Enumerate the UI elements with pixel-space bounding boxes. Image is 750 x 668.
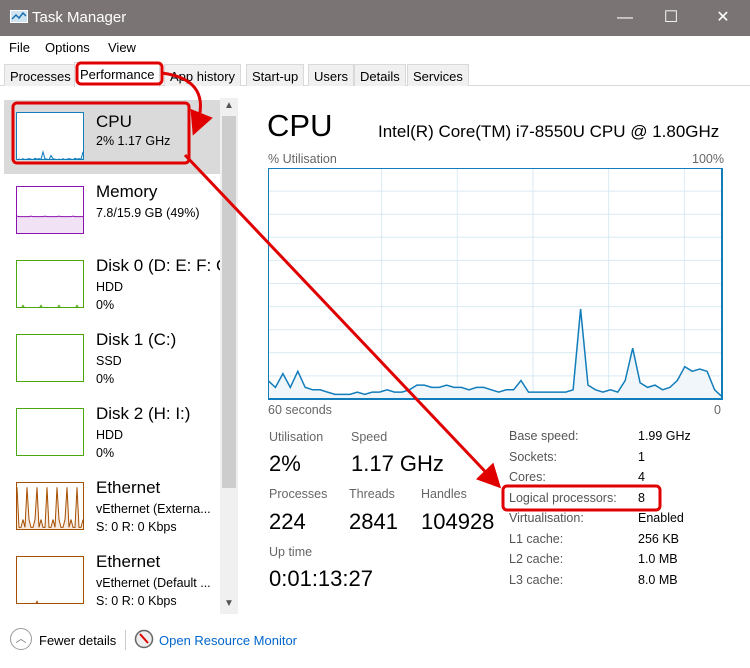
processes-label: Processes [269,487,328,501]
close-button[interactable]: ✕ [700,0,746,36]
detail-label: Cores: [509,470,546,484]
tab-processes[interactable]: Processes [4,64,77,86]
uptime-label: Up time [269,545,313,559]
item-detail: vEthernet (Externa... [96,502,211,516]
detail-value: 8 [638,490,645,505]
chevron-up-icon[interactable]: ︿ [10,628,32,650]
resource-list: CPU 2% 1.17 GHz Memory 7.8/15.9 GB (49%)… [4,96,220,616]
threads-value: 2841 [349,509,398,534]
maximize-button[interactable]: ☐ [648,0,694,36]
detail-value: 1.0 MB [638,552,678,566]
resource-monitor-icon [134,629,154,649]
menu-view[interactable]: View [108,40,136,55]
sidebar-item-memory[interactable]: Memory 7.8/15.9 GB (49%) [4,174,220,248]
tab-app-history[interactable]: App history [164,64,242,86]
item-name: Ethernet [96,552,161,571]
thumbnail-graph [16,334,84,382]
speed-value: 1.17 GHz [351,451,444,476]
handles-label: Handles [421,487,467,501]
item-detail: HDD [96,280,124,294]
uptime-value: 0:01:13:27 [269,566,373,591]
detail-label: L1 cache: [509,531,564,546]
item-name: Memory [96,182,158,201]
item-name: Ethernet [96,478,161,497]
tab-performance[interactable]: Performance [74,62,161,87]
detail-label: Base speed: [509,429,579,443]
tab-details[interactable]: Details [354,64,406,86]
item-detail: 7.8/15.9 GB (49%) [96,206,200,220]
detail-label: L3 cache: [509,572,564,587]
footer: ︿ Fewer details Open Resource Monitor [0,624,750,658]
page-title: CPU [267,108,333,143]
item-value: S: 0 R: 0 Kbps [96,594,177,608]
item-name: Disk 1 (C:) [96,330,177,349]
sidebar-item-ethernet[interactable]: Ethernet vEthernet (Externa... S: 0 R: 0… [4,470,220,544]
item-detail: 2% 1.17 GHz [96,134,171,148]
thumbnail-graph [16,186,84,234]
graph-time-label: 60 seconds [268,403,332,417]
menu-options[interactable]: Options [45,40,90,55]
item-detail: vEthernet (Default ... [96,576,211,590]
graph-max-label: 100% [692,152,724,166]
sidebar-item-disk-0[interactable]: Disk 0 (D: E: F: G HDD 0% [4,248,220,322]
thumbnail-graph [16,408,84,456]
thumbnail-graph [16,482,84,530]
thumbnail-graph [16,556,84,604]
graph-label: % Utilisation [268,152,337,166]
sidebar-item-ethernet[interactable]: Ethernet vEthernet (Default ... S: 0 R: … [4,544,220,616]
item-name: Disk 0 (D: E: F: G [96,256,220,275]
detail-label: Logical processors: [509,490,617,505]
item-value: 0% [96,446,115,460]
open-resource-monitor-link[interactable]: Open Resource Monitor [159,633,297,648]
thumbnail-graph [16,260,84,308]
window-title: Task Manager [32,9,127,26]
menu-file[interactable]: File [9,40,30,55]
item-name: Disk 2 (H: I:) [96,404,191,423]
detail-value: 1 [638,449,645,464]
thumbnail-graph [16,112,84,160]
title-bar: Task Manager — ☐ ✕ [0,0,750,36]
scrollbar-thumb[interactable] [222,116,236,488]
tab-start-up[interactable]: Start-up [246,64,305,86]
tab-services[interactable]: Services [407,64,469,86]
divider [125,630,126,650]
processes-value: 224 [269,509,306,534]
cpu-utilisation-graph [268,168,723,400]
task-manager-icon [10,10,28,23]
item-detail: SSD [96,354,122,368]
handles-value: 104928 [421,509,495,534]
detail-value: 4 [638,470,645,484]
detail-value: 256 KB [638,531,680,546]
sidebar-item-disk-2[interactable]: Disk 2 (H: I:) HDD 0% [4,396,220,470]
speed-label: Speed [351,430,388,444]
minimize-button[interactable]: — [602,0,648,36]
fewer-details-button[interactable]: Fewer details [39,633,116,648]
item-name: CPU [96,112,132,131]
threads-label: Threads [349,487,395,501]
sidebar-item-disk-1[interactable]: Disk 1 (C:) SSD 0% [4,322,220,396]
tab-bar: Processes Performance App history Start-… [0,62,750,87]
item-value: 0% [96,372,115,386]
detail-label: Sockets: [509,449,557,464]
menu-bar: File Options View [0,36,750,60]
cpu-model: Intel(R) Core(TM) i7-8550U CPU @ 1.80GHz [378,122,720,141]
scroll-down-icon[interactable]: ▼ [224,598,234,609]
graph-zero-label: 0 [714,403,721,417]
item-value: S: 0 R: 0 Kbps [96,520,177,534]
detail-label: Virtualisation: [509,511,584,525]
tab-users[interactable]: Users [308,64,354,86]
detail-value: 1.99 GHz [638,429,691,443]
item-value: 0% [96,298,115,312]
detail-value: Enabled [638,511,684,525]
detail-value: 8.0 MB [638,572,678,587]
utilisation-value: 2% [269,451,301,476]
item-detail: HDD [96,428,124,442]
scroll-up-icon[interactable]: ▲ [224,100,234,111]
sidebar-item-cpu[interactable]: CPU 2% 1.17 GHz [4,100,220,174]
detail-label: L2 cache: [509,552,564,566]
utilisation-label: Utilisation [269,430,324,444]
